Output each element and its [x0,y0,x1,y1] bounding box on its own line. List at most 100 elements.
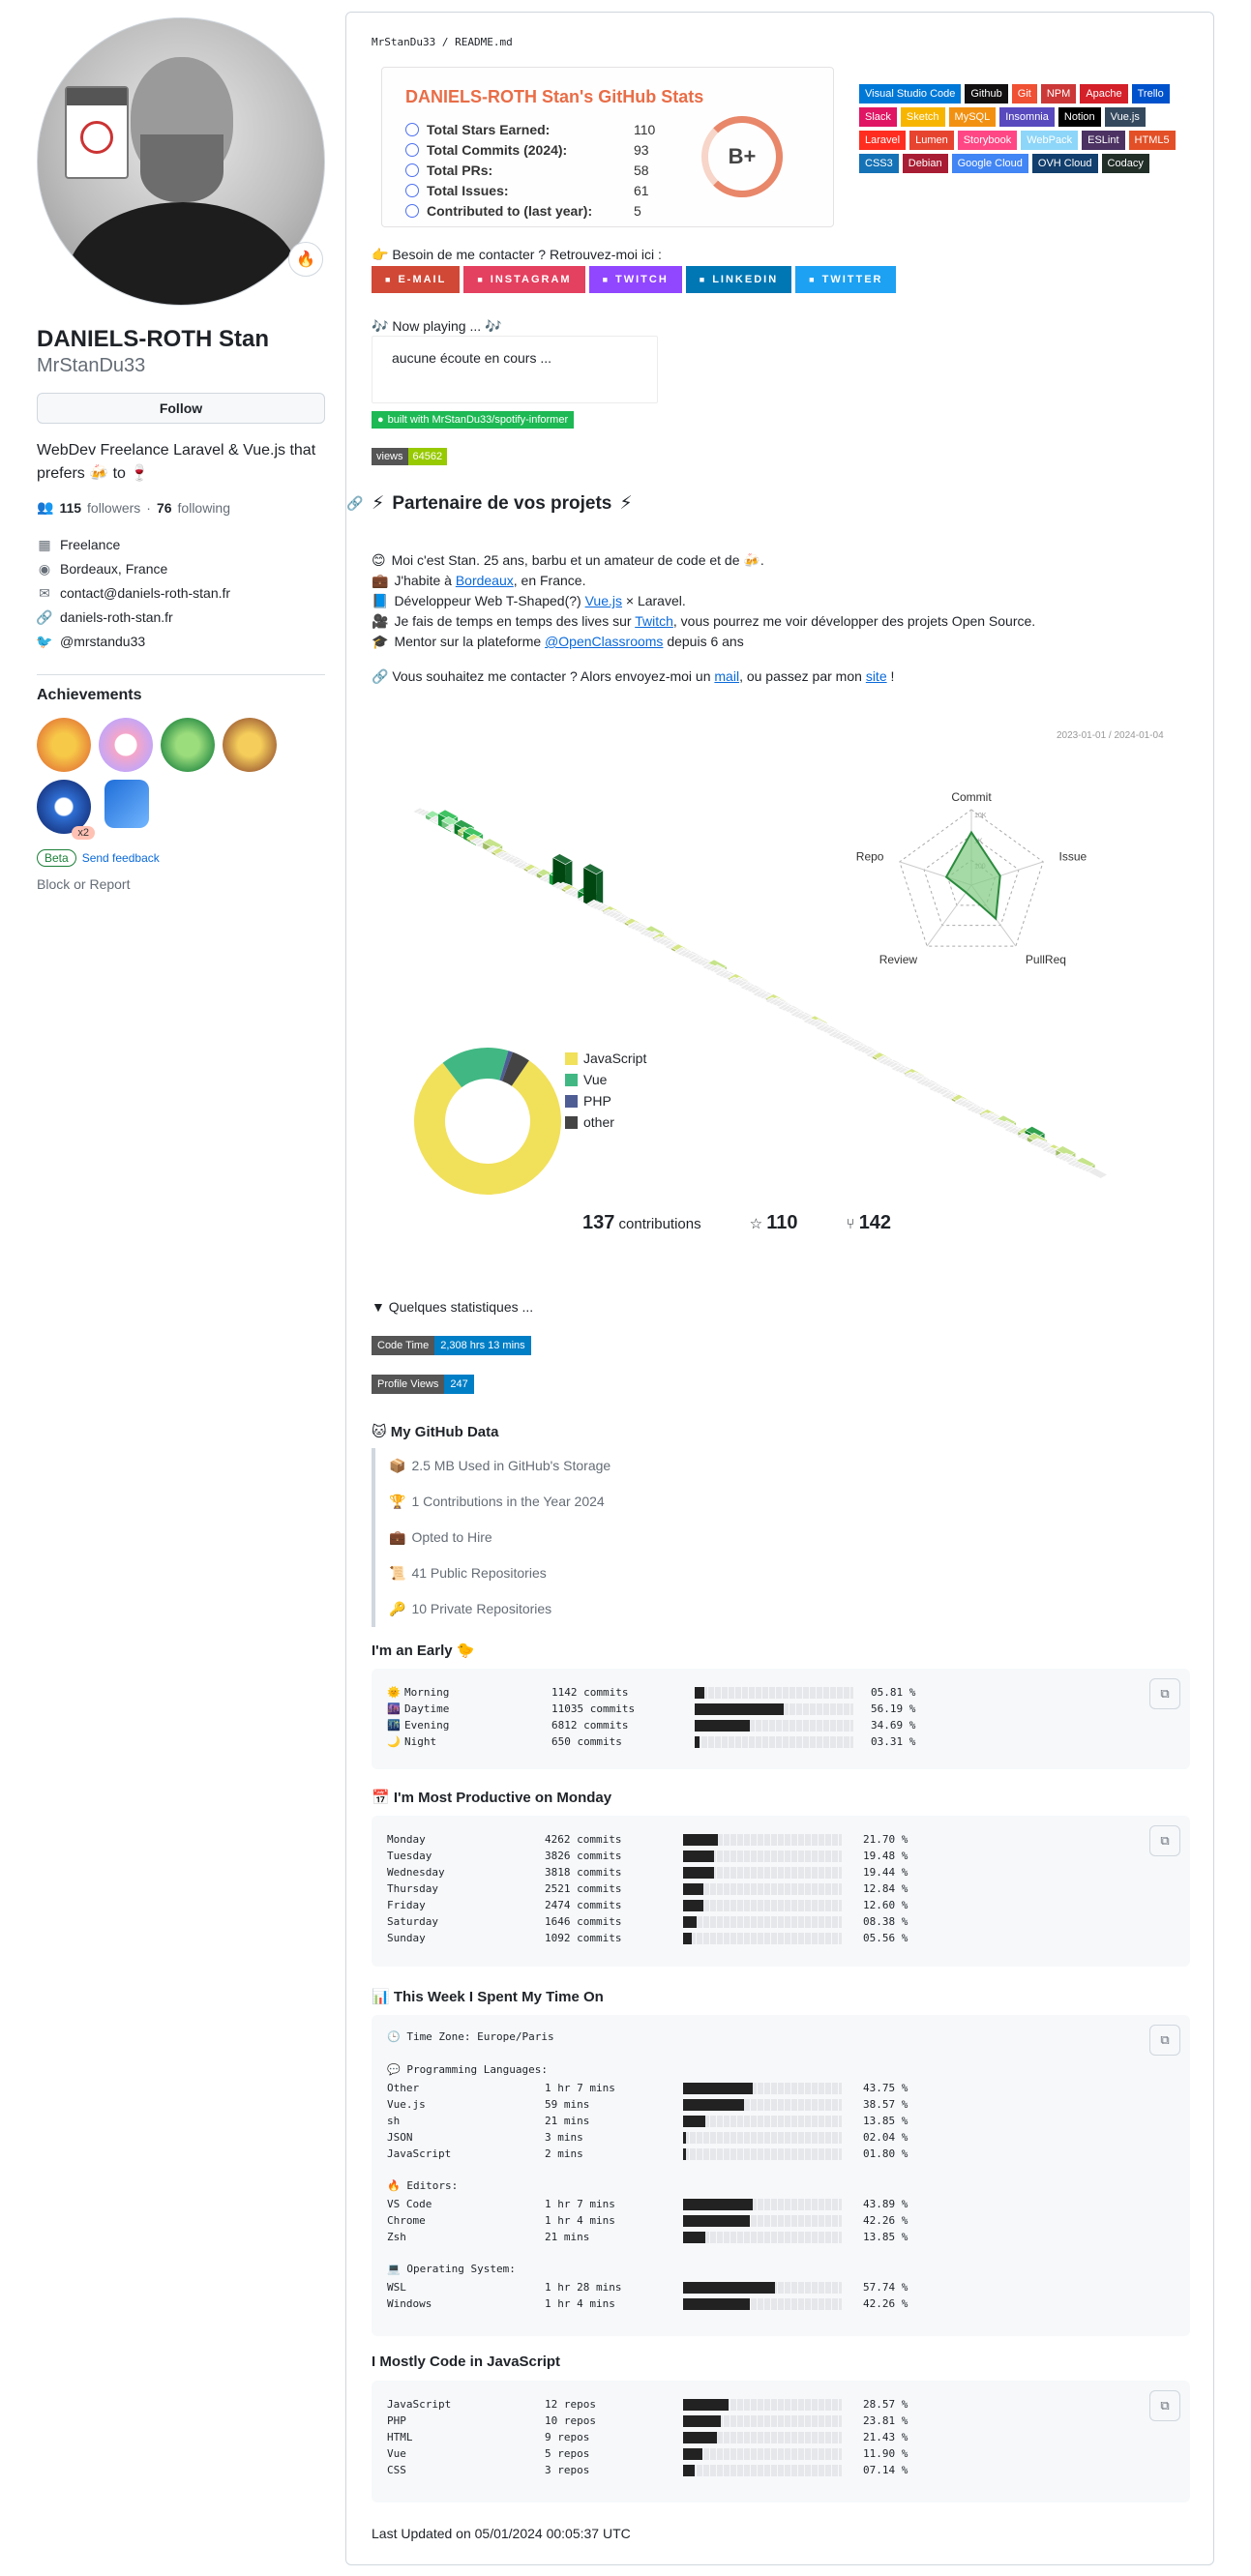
progress-bar [683,2131,842,2144]
achievement-starstruck-icon[interactable] [104,780,149,828]
detail-twitter[interactable]: 🐦 @mrstandu33 [36,632,325,651]
following-count[interactable]: 76 [157,500,172,516]
tech-badge: Github [965,84,1008,104]
send-feedback-link[interactable]: Send feedback [82,851,160,865]
intro-link[interactable]: Vue.js [585,593,622,608]
site-link[interactable]: site [866,668,887,684]
stats-row: Total Commits (2024): 93 [405,142,649,158]
github-stats-card[interactable]: DANIELS-ROTH Stan's GitHub Stats Total S… [381,67,834,227]
detail-website[interactable]: 🔗 daniels-roth-stan.fr [36,607,325,627]
contact-buttons: ■ E-mail ■ Instagram ■ Twitch ■ LinkedIn ■ Twitte… [372,266,897,293]
now-playing-card[interactable]: aucune écoute en cours ... [372,336,658,403]
achievement-pair-extraordinaire-icon[interactable] [37,718,91,772]
achievement-yolo-icon[interactable] [99,718,153,772]
legend-swatch [565,1094,578,1108]
code-time-badge: Code Time 2,308 hrs 13 mins [372,1336,531,1355]
achievement-pull-shark-icon[interactable] [161,718,215,772]
intro-item: 🎓 Mentor sur la plateforme @OpenClassroom… [372,632,1035,652]
github-data-item: 📦 2.5 MB Used in GitHub's Storage [389,1448,611,1484]
progress-bar [683,2214,842,2227]
status-emoji[interactable]: 🔥 [288,242,323,277]
progress-bar [683,2431,842,2443]
contact-button-twitter[interactable]: ■ Twitter [795,266,897,293]
contact-button-instagram[interactable]: ■ Instagram [463,266,585,293]
week-title: 📊 This Week I Spent My Time On [372,1989,604,2005]
tech-badge: HTML5 [1128,131,1176,150]
contact-button-e-mail[interactable]: ■ E-mail [372,266,461,293]
avatar[interactable] [37,17,325,306]
copy-icon[interactable]: ⧉ [1149,2025,1180,2056]
followers-count[interactable]: 115 [59,500,81,516]
code-row: Saturday 1646 commits 08.38 % [387,1915,908,1928]
tech-badge: Git [1011,84,1037,104]
twitter-icon: 🐦 [36,634,53,649]
code-row: Wednesday 3818 commits 19.44 % [387,1866,908,1879]
stars-count: 110 [766,1212,798,1233]
readme-breadcrumb[interactable]: MrStanDu33 / README.md [372,36,513,48]
intro-item: 📘 Développeur Web T-Shaped(?) Vue.js × La… [372,591,1035,611]
stats-card-title: DANIELS-ROTH Stan's GitHub Stats [405,87,704,106]
contact-button-twitch[interactable]: ■ Twitch [588,266,682,293]
stats-details-toggle[interactable]: ▼ Quelques statistiques ... [372,1299,533,1315]
beta-pill: Beta [37,849,76,867]
code-row: PHP 10 repos 23.81 % [387,2414,908,2427]
follow-button[interactable]: Follow [37,393,325,424]
detail-company: ▦ Freelance [38,537,121,552]
detail-location: ◉ Bordeaux, France [38,561,168,577]
avatar-freelance-badge [65,86,129,179]
code-line: 🔥 Editors: [387,2179,459,2192]
intro-item: 💼 J'habite à Bordeaux, en France. [372,571,1035,591]
code-row: Windows 1 hr 4 mins 42.26 % [387,2297,908,2310]
productive-code-block: ⧉ Monday 4262 commits 21.70 % Tuesday 3826 co… [372,1816,1190,1967]
anchor-link-icon[interactable]: 🔗 [346,495,363,512]
progress-fill [695,1703,785,1715]
progress-bar [695,1735,853,1748]
code-row: Monday 4262 commits 21.70 % [387,1833,908,1846]
progress-fill [683,2464,695,2476]
detail-email[interactable]: ✉ contact@daniels-roth-stan.fr [37,583,325,603]
block-report-link[interactable]: Block or Report [37,876,325,892]
profile-bio: WebDev Freelance Laravel & Vue.js that p… [37,439,325,486]
github-data-list: 📦 2.5 MB Used in GitHub's Storage 🏆 1 Contr… [372,1448,611,1627]
progress-bar [683,2414,842,2427]
star-icon [405,123,419,136]
github-data-emoji-icon: 🔑 [389,1601,406,1616]
progress-fill [683,2398,729,2411]
following-label[interactable]: following [178,500,230,516]
profile-views-badge: Profile Views 247 [372,1375,474,1394]
progress-bar [683,2198,842,2210]
fork-icon: ⑂ [846,1216,855,1232]
progress-fill [683,2414,722,2427]
progress-fill [683,2082,753,2094]
code-row: CSS 3 repos 07.14 % [387,2464,908,2476]
repo-icon [405,204,419,218]
progress-bar [683,1932,842,1944]
intro-link[interactable]: @OpenClassrooms [545,634,663,649]
progress-fill [683,2115,705,2127]
progress-fill [683,2198,753,2210]
profile-details: ▦ Freelance ◉ Bordeaux, France ✉ contact@da… [36,535,325,651]
intro-link[interactable]: Twitch [635,613,673,629]
code-row: Thursday 2521 commits 12.84 % [387,1882,908,1895]
mail-link[interactable]: mail [714,668,739,684]
achievement-arctic-code-vault-icon[interactable]: x2 [37,780,95,840]
contributions-summary: 137 contributions ☆ 110 ⑂ 142 [582,1212,891,1234]
tech-badge: MySQL [948,107,997,127]
profile-login: MrStanDu33 [37,355,146,376]
radar-label: Repo [856,850,884,864]
progress-bar [683,2464,842,2476]
legend-swatch [565,1051,578,1065]
intro-link[interactable]: Bordeaux [456,573,514,588]
followers-label[interactable]: followers [87,500,140,516]
code-row: Friday 2474 commits 12.60 % [387,1899,908,1911]
achievement-quickdraw-icon[interactable] [223,718,277,772]
contact-button-linkedin[interactable]: ■ LinkedIn [685,266,792,293]
radar-label: PullReq [1026,953,1066,966]
code-line: 🕒 Time Zone: Europe/Paris [387,2030,554,2043]
code-row: Vue 5 repos 11.90 % [387,2447,908,2460]
spotify-informer-badge[interactable]: ● built with MrStanDu33/spotify-informer [372,411,575,429]
radar-label: Commit [951,790,992,804]
languages-donut-chart [414,1048,561,1195]
code-row: 🌙 Night 650 commits 03.31 % [387,1735,916,1748]
github-data-emoji-icon: 📦 [389,1458,406,1473]
